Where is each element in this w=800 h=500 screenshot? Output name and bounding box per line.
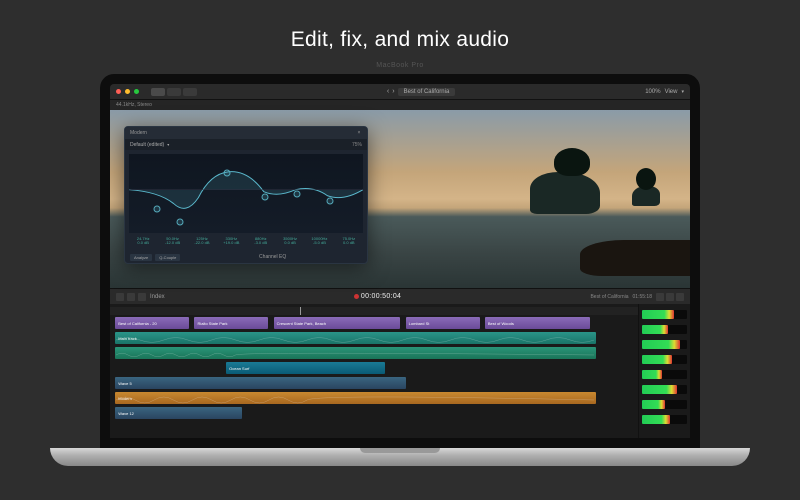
timeline-tracks[interactable]: Best of California - 20 Rialto State Par… [110,304,638,438]
maximize-window-button[interactable] [134,89,139,94]
marketing-tagline: Edit, fix, and mix audio [291,28,509,52]
video-clip[interactable]: Best of California - 20 [115,317,189,329]
laptop-mockup: ‹ › Best of California 100% View ▾ 44.1k… [90,74,710,466]
meter-level [642,400,665,409]
view-menu[interactable]: View [665,89,678,95]
meter-level [642,385,677,394]
record-icon [354,294,359,299]
chevron-down-icon[interactable]: ▾ [167,142,169,147]
meter-level [642,370,662,379]
forward-icon[interactable]: › [392,88,394,95]
index-button[interactable]: Index [150,294,165,300]
video-viewer[interactable]: Modern × Default (edited) ▾ 75% [110,110,690,288]
eq-band-readouts: 24.7Hz0.0 dB 50.0Hz-12.0 dB 125Hz-22.0 d… [125,237,367,251]
audio-clip[interactable] [115,347,595,359]
video-clip[interactable]: Rialto State Park [194,317,268,329]
app-window: ‹ › Best of California 100% View ▾ 44.1k… [110,84,690,438]
audio-track[interactable] [110,346,638,360]
eq-band-node[interactable] [294,190,301,197]
playhead[interactable] [300,307,301,315]
scene-island [530,172,600,214]
close-icon[interactable]: × [356,130,362,136]
eq-graph[interactable] [129,154,363,233]
photos-tab[interactable] [167,88,181,96]
laptop-screen: ‹ › Best of California 100% View ▾ 44.1k… [100,74,700,448]
audio-clip[interactable]: Ocean Surf [226,362,384,374]
scene-rocks [580,240,690,276]
audio-track[interactable]: Wave 5 [110,376,638,390]
eq-preset-name[interactable]: Default (edited) [130,142,164,148]
camera-dot [399,78,402,81]
eq-band-node[interactable] [154,205,161,212]
titles-tab[interactable] [183,88,197,96]
video-clip[interactable]: Lombard St [406,317,480,329]
video-clip[interactable]: Best of Woods [485,317,591,329]
eq-effect-name: Channel EQ [183,254,362,260]
chevron-down-icon[interactable]: ▾ [681,89,684,95]
window-controls [116,89,139,94]
audio-track[interactable]: Modern [110,391,638,405]
solo-icon[interactable] [676,293,684,301]
meter-level [642,340,680,349]
zoom-icon[interactable] [138,293,146,301]
audio-track[interactable]: Wave 12 [110,406,638,420]
timeline-view-icon[interactable] [116,293,124,301]
video-track[interactable]: Best of California - 20 Rialto State Par… [110,316,638,330]
timeline-duration: 01:55:18 [633,294,652,300]
eq-band-node[interactable] [224,169,231,176]
laptop-notch [360,448,440,453]
meter-level [642,310,674,319]
audio-track[interactable]: Main track [110,331,638,345]
audio-meters [638,304,690,438]
scene-trees-small [636,168,656,190]
video-clip[interactable]: Crescent State Park, Beach [274,317,401,329]
meter-level [642,415,670,424]
eq-band-node[interactable] [261,193,268,200]
time-ruler[interactable] [110,307,638,315]
audio-clip[interactable]: Modern [115,392,595,404]
eq-panel-title: Modern [130,130,147,136]
audio-format-label: 44.1kHz, Stereo [116,102,152,108]
audio-clip[interactable]: Main track [115,332,595,344]
laptop-brand-label: MacBook Pro [376,62,424,69]
timeline-area: Best of California - 20 Rialto State Par… [110,304,690,438]
channel-eq-panel: Modern × Default (edited) ▾ 75% [124,126,368,264]
back-icon[interactable]: ‹ [387,88,389,95]
minimize-window-button[interactable] [125,89,130,94]
eq-band-node[interactable] [177,218,184,225]
meter-level [642,355,672,364]
timecode-display[interactable]: 00:00:50:04 [361,293,401,300]
skimming-icon[interactable] [656,293,664,301]
eq-mix-percent[interactable]: 75% [352,142,362,148]
audio-track[interactable]: Ocean Surf [110,361,638,375]
eq-band-node[interactable] [327,198,334,205]
analyze-button[interactable]: Analyze [130,254,152,261]
snapping-icon[interactable] [666,293,674,301]
project-title: Best of California [398,88,456,96]
audio-clip[interactable]: Wave 5 [115,377,405,389]
audio-clip[interactable]: Wave 12 [115,407,242,419]
clip-appearance-icon[interactable] [127,293,135,301]
timeline-project-label: Best of California [590,294,628,300]
laptop-base [50,448,750,466]
timeline-header: Index 00:00:50:04 Best of California 01:… [110,288,690,304]
close-window-button[interactable] [116,89,121,94]
zoom-level[interactable]: 100% [645,89,660,95]
scene-trees [554,148,590,176]
library-tab[interactable] [151,88,165,96]
q-couple-button[interactable]: Q-Couple [155,254,180,261]
meter-level [642,325,668,334]
format-bar: 44.1kHz, Stereo [110,100,690,110]
app-toolbar: ‹ › Best of California 100% View ▾ [110,84,690,100]
